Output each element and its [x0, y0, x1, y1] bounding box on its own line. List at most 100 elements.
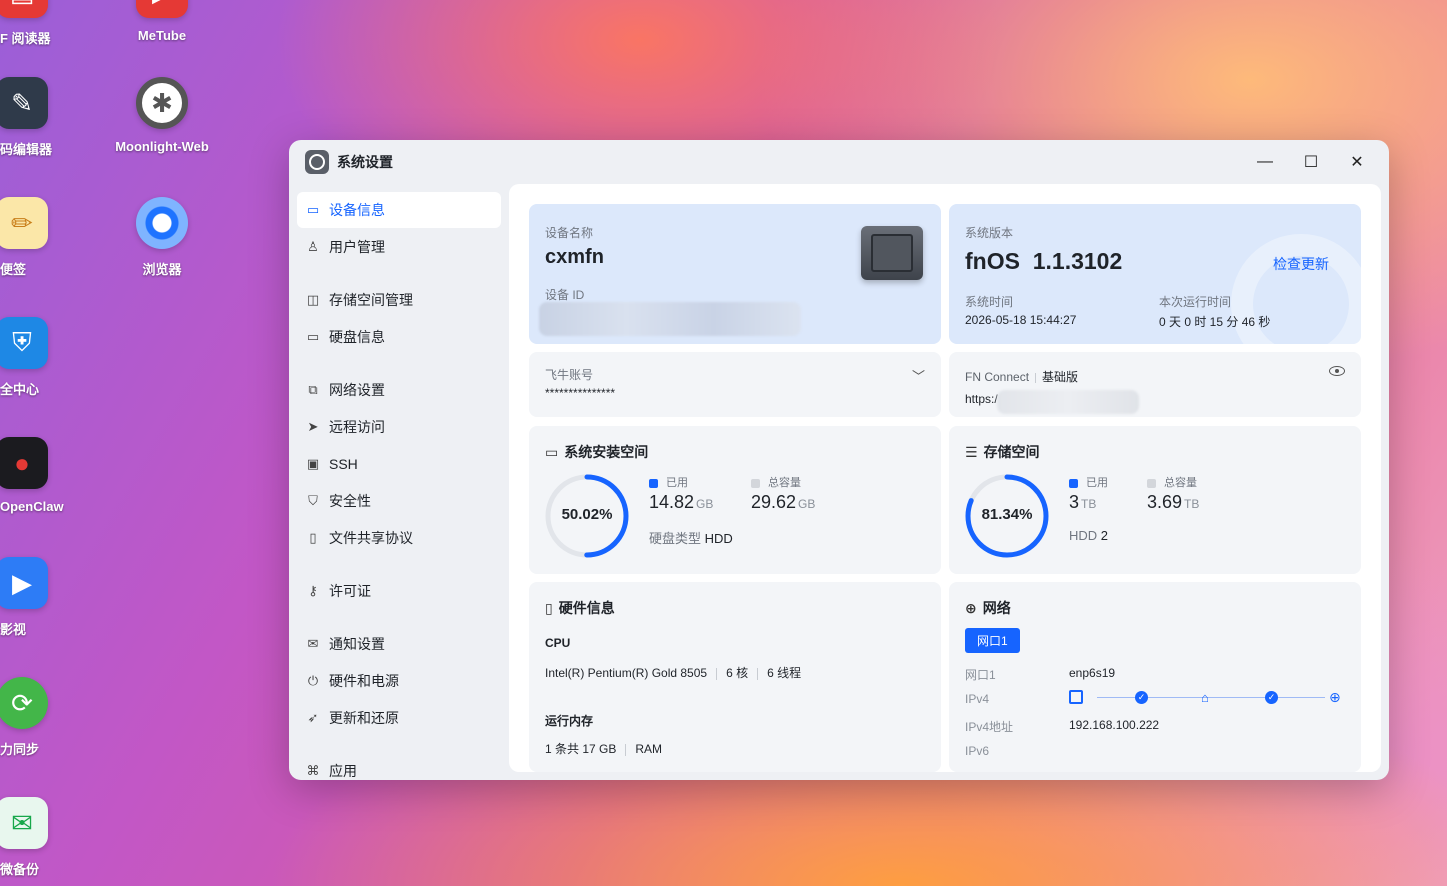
desktop-icon-code-editor[interactable]: ✎ 码编辑器	[0, 77, 82, 158]
sidebar-item-label: 许可证	[329, 583, 371, 599]
sync-icon: ⟳	[0, 677, 48, 729]
hardware-title-text: 硬件信息	[558, 600, 615, 616]
sidebar-item-label: 网络设置	[329, 382, 385, 398]
total-label: 总容量	[1164, 477, 1197, 489]
device-name: cxmfn	[545, 246, 604, 268]
sidebar-item-network[interactable]: ⧉ 网络设置	[297, 372, 501, 408]
disk-count: 2	[1100, 528, 1109, 543]
browser-icon	[136, 197, 188, 249]
desktop-icon-browser[interactable]: 浏览器	[102, 197, 222, 278]
eye-icon[interactable]	[1329, 366, 1345, 376]
desktop-icon-video[interactable]: ▶ 影视	[0, 557, 82, 638]
desktop-icon-moonlight-web[interactable]: ✱ Moonlight-Web	[102, 77, 222, 154]
fn-account-value: ***************	[545, 386, 616, 400]
network-icon: ⧉	[308, 382, 318, 397]
sidebar-item-label: 硬件和电源	[329, 673, 399, 689]
maximize-button[interactable]: ☐	[1291, 148, 1331, 176]
desktop-icon-openclaw[interactable]: ● OpenClaw	[0, 437, 82, 514]
ram-slots: 1 条共 17 GB	[545, 742, 617, 756]
desktop-icon-pdf-reader[interactable]: ▤ F 阅读器	[0, 0, 82, 47]
desktop-icon-label: 微备份	[0, 862, 40, 877]
nas-icon	[1069, 690, 1083, 704]
sidebar-item-security[interactable]: ⛉ 安全性	[297, 483, 501, 519]
sidebar-item-device-info[interactable]: ▭ 设备信息	[297, 192, 501, 228]
fn-connect-label: FN Connect	[965, 370, 1030, 384]
internet-globe-icon: ⊕	[1329, 689, 1341, 705]
tab-port-1[interactable]: 网口1	[965, 628, 1020, 653]
device-name-card: 设备名称 cxmfn 设备 ID	[529, 204, 941, 344]
openclaw-icon: ●	[0, 437, 48, 489]
fn-connect-tier: 基础版	[1042, 370, 1079, 384]
system-space-ring: 50.02%	[543, 472, 631, 560]
device-id-value	[539, 302, 801, 336]
desktop-icon-label: 便签	[0, 262, 27, 277]
server-icon: ☰	[965, 443, 978, 460]
fn-account-label: 飞牛账号	[545, 368, 594, 382]
sidebar-item-ssh[interactable]: ▣ SSH	[297, 446, 501, 482]
close-button[interactable]: ✕	[1337, 148, 1377, 176]
sidebar-item-storage-management[interactable]: ◫ 存储空间管理	[297, 282, 501, 318]
desktop-icon-label: MeTube	[137, 28, 187, 43]
desktop-icon-sync[interactable]: ⟳ 力同步	[0, 677, 82, 758]
desktop-icon-label: OpenClaw	[0, 499, 64, 514]
notes-icon: ✏	[0, 197, 48, 249]
system-time: 2026-05-18 15:44:27	[965, 313, 1077, 327]
sidebar-item-notifications[interactable]: ✉ 通知设置	[297, 626, 501, 662]
sidebar-item-disk-info[interactable]: ▭ 硬盘信息	[297, 319, 501, 355]
device-info-panel: 设备名称 cxmfn 设备 ID 系统版本 fnOS 1.1.3102 检查更新…	[509, 184, 1381, 772]
sidebar-item-update-restore[interactable]: ➶ 更新和还原	[297, 700, 501, 736]
total-unit: TB	[1184, 497, 1200, 511]
fn-connect-card: FN Connect 基础版 https:/	[949, 352, 1361, 417]
fn-connect-url-prefix: https:/	[965, 392, 998, 406]
sidebar-item-license[interactable]: ⚷ 许可证	[297, 573, 501, 609]
check-update-link[interactable]: 检查更新	[1273, 254, 1329, 274]
disk-icon: ▭	[545, 443, 559, 460]
sidebar-item-label: 设备信息	[329, 202, 385, 218]
port-label: 网口1	[965, 668, 996, 682]
desktop-icon-security-center[interactable]: ⛨ 全中心	[0, 317, 82, 398]
total-value: 3.69	[1147, 492, 1183, 512]
sidebar-item-label: 安全性	[329, 493, 371, 509]
uptime-label: 本次运行时间	[1159, 295, 1232, 309]
ram-type: RAM	[635, 742, 663, 756]
sidebar-item-hardware-power[interactable]: ⏻ 硬件和电源	[297, 663, 501, 699]
storage-title-text: 存储空间	[983, 444, 1040, 460]
desktop-icon-wechat-backup[interactable]: ✉ 微备份	[0, 797, 82, 878]
globe-icon: ⊕	[965, 599, 977, 616]
minimize-button[interactable]: —	[1245, 148, 1285, 176]
system-space-card: ▭ 系统安装空间 50.02% 已用 14.82 GB 总容量 29.62 GB 硬盘…	[529, 426, 941, 574]
desktop-icon-notes[interactable]: ✏ 便签	[0, 197, 82, 278]
apps-icon: ⌘	[306, 763, 320, 778]
disk-type-value: HDD	[704, 531, 733, 546]
network-title-text: 网络	[982, 600, 1011, 616]
status-check-icon: ✓	[1265, 691, 1278, 704]
status-check-icon: ✓	[1135, 691, 1148, 704]
sidebar-item-label: 硬盘信息	[329, 329, 385, 345]
router-icon: ⌂	[1201, 690, 1209, 705]
fn-connect-url	[997, 390, 1139, 414]
used-label: 已用	[1086, 477, 1108, 489]
terminal-icon: ▣	[306, 456, 320, 471]
shield-icon: ⛨	[0, 317, 48, 369]
power-icon: ⏻	[307, 673, 319, 688]
hard-drive-icon: ▭	[306, 202, 320, 217]
sidebar-item-remote-access[interactable]: ➤ 远程访问	[297, 409, 501, 445]
desktop-icon-label: 全中心	[0, 382, 40, 397]
storage-ring: 81.34%	[963, 472, 1051, 560]
window-titlebar[interactable]: 系统设置 — ☐ ✕	[289, 140, 1389, 184]
desktop-icon-metube[interactable]: ▶ MeTube	[102, 0, 222, 43]
sidebar-item-label: 应用	[329, 763, 357, 779]
settings-sidebar: ▭ 设备信息 ♙ 用户管理 ◫ 存储空间管理 ▭ 硬盘信息 ⧉ 网络设置 ➤ 远…	[297, 192, 501, 780]
total-label: 总容量	[768, 477, 801, 489]
sidebar-item-file-sharing[interactable]: ▯ 文件共享协议	[297, 520, 501, 556]
sidebar-item-users[interactable]: ♙ 用户管理	[297, 229, 501, 265]
cpu-cores: 6 核	[726, 666, 749, 680]
sidebar-item-label: 通知设置	[329, 636, 385, 652]
used-unit: TB	[1081, 497, 1097, 511]
ram-info: 1 条共 17 GB RAM	[545, 740, 662, 757]
eye-closed-icon[interactable]: ﹀	[912, 366, 925, 385]
disk-label: HDD	[1069, 528, 1098, 543]
sidebar-item-apps[interactable]: ⌘ 应用	[297, 753, 501, 780]
system-version: fnOS 1.1.3102	[965, 248, 1123, 274]
total-unit: GB	[798, 497, 816, 511]
